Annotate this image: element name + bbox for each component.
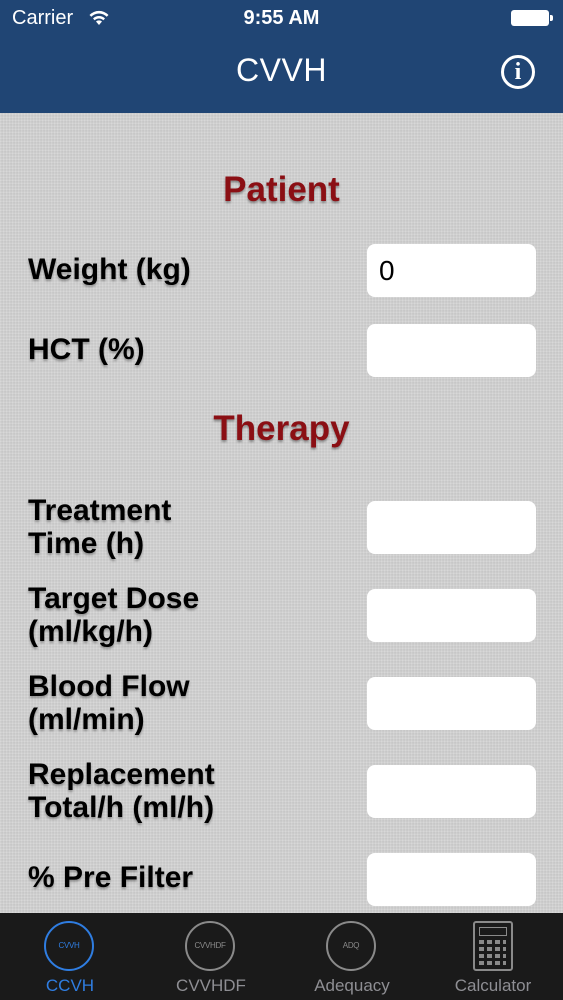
pre-filter-input[interactable] [367, 853, 536, 906]
hct-input[interactable] [367, 324, 536, 377]
tab-label: CVVHDF [176, 976, 246, 995]
tab-adequacy[interactable]: ADQ Adequacy [282, 913, 422, 1000]
pre-filter-label: % Pre Filter [28, 861, 194, 894]
treatment-time-label-line1: Treatment [28, 494, 172, 527]
navigation-bar: Carrier 9:55 AM CVVH i [0, 0, 563, 113]
blood-flow-label-line2: (ml/min) [28, 703, 145, 736]
replacement-total-label-line2: Total/h (ml/h) [28, 791, 215, 824]
battery-icon [511, 10, 553, 26]
calculator-icon [473, 921, 513, 971]
adequacy-tab-icon: ADQ [326, 921, 376, 971]
cvvh-screen: Carrier 9:55 AM CVVH i Patient Weight (k… [0, 0, 563, 1000]
tab-cvvhdf[interactable]: CVVHDF CVVHDF [141, 913, 281, 1000]
status-time: 9:55 AM [243, 7, 320, 29]
patient-heading: Patient [223, 170, 340, 209]
target-dose-label-line1: Target Dose [28, 582, 200, 615]
cvvh-tab-icon: CVVH [44, 921, 94, 971]
blood-flow-label: Blood Flow (ml/min) [28, 670, 348, 736]
replacement-total-input[interactable] [367, 765, 536, 818]
calculator-display-icon [479, 927, 507, 936]
tab-label: CCVH [45, 976, 95, 995]
target-dose-input[interactable] [367, 589, 536, 642]
treatment-time-input[interactable] [367, 501, 536, 554]
tab-bar: CVVH CCVH CVVHDF CVVHDF ADQ Adequacy Cal… [0, 913, 563, 1000]
tab-label: Adequacy [314, 976, 390, 995]
tab-calculator[interactable]: Calculator [423, 913, 563, 1000]
treatment-time-label-line2: Time (h) [28, 527, 145, 560]
weight-label: Weight (kg) [28, 253, 191, 286]
therapy-heading: Therapy [213, 409, 350, 448]
treatment-time-label: Treatment Time (h) [28, 494, 348, 560]
blood-flow-label-line1: Blood Flow [28, 670, 190, 703]
blood-flow-input[interactable] [367, 677, 536, 730]
weight-input[interactable] [367, 244, 536, 297]
replacement-total-label-line1: Replacement [28, 758, 215, 791]
status-bar: Carrier 9:55 AM [0, 0, 563, 38]
page-title: CVVH [236, 52, 327, 88]
hct-label: HCT (%) [28, 333, 145, 366]
info-icon[interactable]: i [501, 55, 535, 89]
target-dose-label: Target Dose (ml/kg/h) [28, 582, 348, 648]
tab-label: Calculator [454, 976, 532, 995]
replacement-total-label: Replacement Total/h (ml/h) [28, 758, 348, 824]
target-dose-label-line2: (ml/kg/h) [28, 615, 153, 648]
cvvhdf-tab-icon: CVVHDF [185, 921, 235, 971]
tab-cvvh[interactable]: CVVH CCVH [0, 913, 140, 1000]
